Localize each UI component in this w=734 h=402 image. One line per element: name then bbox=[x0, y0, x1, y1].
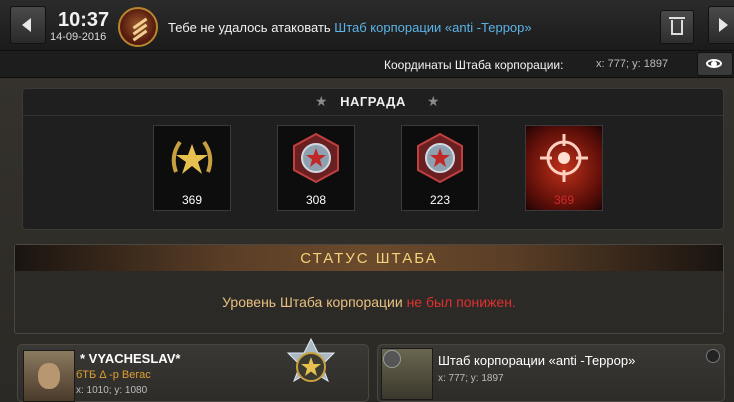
reward-item[interactable]: 308 bbox=[277, 125, 355, 211]
subject-text: Тебе не удалось атаковать bbox=[168, 20, 335, 35]
attack-report-icon bbox=[118, 7, 158, 47]
avatar bbox=[23, 350, 75, 402]
hq-status-section: СТАТУС ШТАБА Уровень Штаба корпорации не… bbox=[14, 244, 724, 334]
message-header: 10:37 14-09-2016 Тебе не удалось атакова… bbox=[0, 0, 734, 51]
target-hq-name: Штаб корпорации «anti -Террор» bbox=[438, 353, 636, 368]
coordinates-bar: Координаты Штаба корпорации: x: 777; y: … bbox=[0, 51, 734, 78]
previous-message-button[interactable] bbox=[10, 6, 46, 44]
status-text-prefix: Уровень Штаба корпорации bbox=[222, 294, 407, 310]
status-header: СТАТУС ШТАБА bbox=[15, 245, 723, 271]
status-dot-icon bbox=[706, 349, 720, 363]
reward-count: 223 bbox=[429, 193, 451, 207]
next-message-button[interactable] bbox=[708, 6, 734, 44]
attacker-card[interactable]: * VYACHESLAV* бТБ Δ -р Вегас x: 1010; y:… bbox=[17, 337, 369, 402]
status-text: Уровень Штаба корпорации не был понижен. bbox=[15, 294, 723, 310]
reward-section: ★ НАГРАДА ★ 369 308 223 369 bbox=[22, 88, 724, 230]
red-star-badge-icon bbox=[417, 132, 463, 184]
reward-item[interactable]: 369 bbox=[153, 125, 231, 211]
target-hq-card[interactable]: Штаб корпорации «anti -Террор» x: 777; y… bbox=[377, 344, 725, 402]
rank-medal-icon bbox=[286, 337, 336, 383]
reward-count: 308 bbox=[305, 193, 327, 207]
status-text-highlight: не был понижен. bbox=[406, 294, 516, 310]
coordinates-value: x: 777; y: 1897 bbox=[596, 58, 669, 70]
message-date: 14-09-2016 bbox=[50, 31, 107, 43]
target-hq-link[interactable]: Штаб корпорации «anti -Террор» bbox=[334, 20, 531, 35]
reward-item[interactable]: 223 bbox=[401, 125, 479, 211]
arrow-left-icon bbox=[22, 18, 31, 32]
target-hq-coordinates: x: 777; y: 1897 bbox=[438, 373, 504, 384]
coordinates-label: Координаты Штаба корпорации: bbox=[384, 58, 564, 72]
reward-title: НАГРАДА bbox=[340, 94, 406, 109]
trash-icon bbox=[669, 17, 685, 19]
player-corporation: бТБ Δ -р Вегас bbox=[76, 369, 151, 381]
message-subject: Тебе не удалось атаковать Штаб корпораци… bbox=[168, 20, 532, 35]
player-name: * VYACHESLAV* bbox=[80, 351, 181, 366]
gold-laurel-star-medal-icon bbox=[171, 140, 213, 174]
red-star-badge-icon bbox=[293, 132, 339, 184]
message-time: 10:37 bbox=[58, 9, 110, 31]
view-on-map-button[interactable] bbox=[697, 52, 733, 76]
arrow-right-icon bbox=[719, 18, 728, 32]
status-title: СТАТУС ШТАБА bbox=[300, 250, 438, 267]
player-coordinates: x: 1010; y: 1080 bbox=[76, 385, 148, 396]
red-target-crosshair-icon bbox=[540, 134, 588, 182]
star-icon: ★ bbox=[427, 93, 440, 109]
no-entry-icon bbox=[383, 350, 401, 368]
reward-count: 369 bbox=[181, 193, 203, 207]
reward-count: 369 bbox=[553, 193, 575, 207]
delete-message-button[interactable] bbox=[660, 10, 694, 44]
reward-item[interactable]: 369 bbox=[525, 125, 603, 211]
hq-building-icon bbox=[381, 348, 433, 400]
